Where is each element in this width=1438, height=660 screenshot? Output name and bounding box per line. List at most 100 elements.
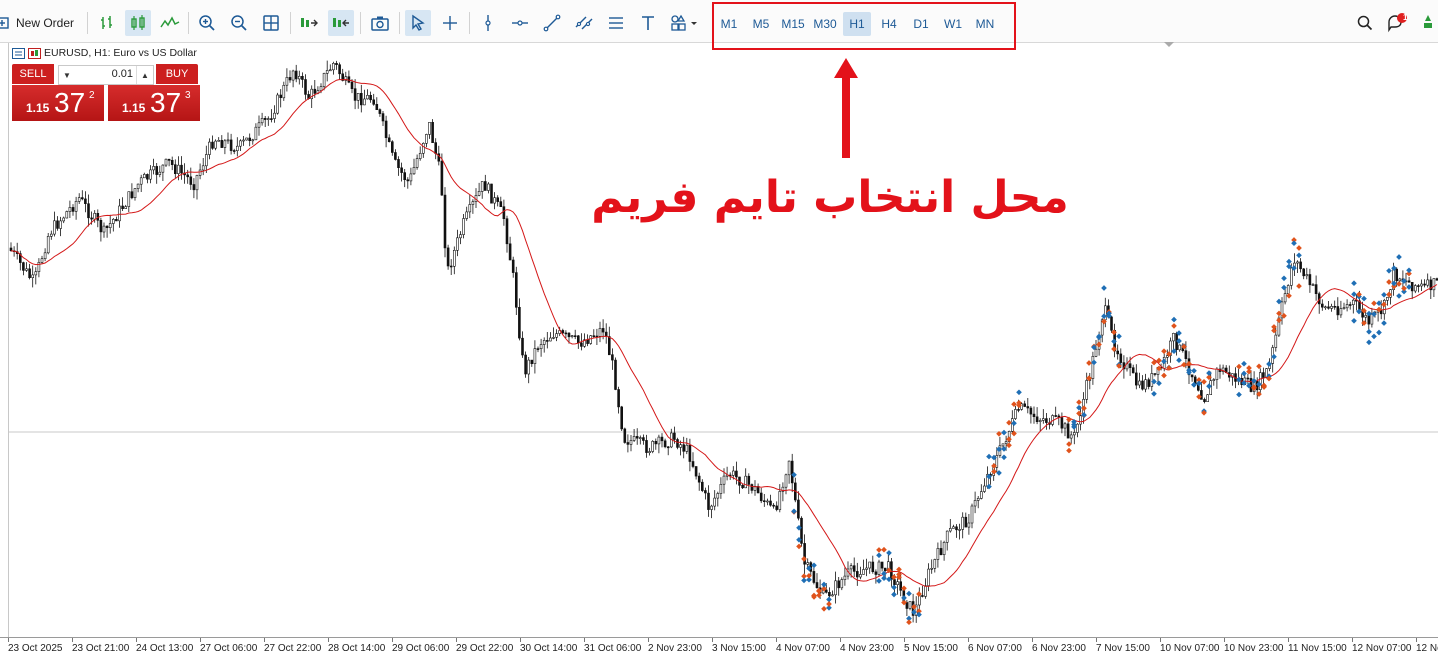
candle-body (285, 77, 289, 86)
notification-count: 1 (1403, 13, 1408, 22)
candle-body (381, 113, 385, 122)
x-axis-tick (392, 638, 393, 642)
signal-marker (821, 605, 827, 612)
line-chart-icon[interactable] (157, 10, 183, 36)
toolbar-separator (399, 12, 400, 34)
candle-body (56, 220, 59, 229)
candle-body (1110, 316, 1113, 331)
candle-body (105, 225, 109, 229)
x-axis-label: 23 Oct 2025 (8, 643, 63, 654)
candle-body (201, 165, 205, 171)
signal-marker (1011, 401, 1017, 408)
candle-body (1066, 423, 1070, 439)
candle-body (421, 143, 425, 154)
candle-body (347, 76, 351, 83)
chart-shift-marker[interactable] (1164, 42, 1174, 47)
candle-body (71, 207, 75, 212)
channel-icon[interactable] (571, 10, 597, 36)
candle-body (1398, 278, 1402, 282)
tile-windows-icon[interactable] (258, 10, 284, 36)
candle-body (840, 579, 844, 589)
candle-body (158, 171, 162, 175)
candle-body (276, 94, 279, 114)
x-axis-label: 6 Nov 07:00 (968, 643, 1022, 654)
candle-body (359, 92, 363, 106)
autoscroll-icon[interactable] (328, 10, 354, 36)
candle-body (1206, 394, 1209, 403)
search-icon[interactable] (1352, 10, 1378, 36)
lot-increase-icon[interactable]: ▲ (136, 66, 153, 84)
candle-body (1147, 379, 1150, 387)
signal-marker (1351, 280, 1357, 287)
candle-body (784, 474, 788, 488)
candle-body (859, 574, 862, 578)
candle-body (127, 191, 131, 207)
candlestick-chart-icon[interactable] (125, 10, 151, 36)
toolbar-separator (469, 12, 470, 34)
candle-body (99, 220, 103, 233)
x-axis-tick (8, 638, 9, 642)
signal-marker (791, 508, 797, 515)
chart-shift-icon[interactable] (296, 10, 322, 36)
crosshair-icon[interactable] (437, 10, 463, 36)
lot-dropdown-icon[interactable]: ▼ (59, 66, 75, 84)
signal-marker (1236, 391, 1242, 398)
candle-body (1348, 304, 1352, 306)
price-chart[interactable] (9, 43, 1438, 637)
candle-body (338, 64, 341, 75)
candle-body (964, 516, 968, 528)
candle-body (1042, 418, 1045, 421)
horizontal-line-icon[interactable] (507, 10, 533, 36)
fibonacci-icon[interactable] (603, 10, 629, 36)
signal-marker (1016, 389, 1022, 396)
x-axis-tick (712, 638, 713, 642)
cursor-icon[interactable] (405, 10, 431, 36)
candle-body (707, 492, 710, 510)
candle-body (59, 220, 62, 229)
chart-menu-icon[interactable] (12, 47, 25, 59)
candle-body (948, 528, 952, 532)
candle-body (812, 571, 816, 583)
chart-area[interactable] (8, 43, 1438, 637)
zoom-in-icon[interactable] (194, 10, 220, 36)
candle-body (251, 139, 255, 142)
candle-body (124, 206, 127, 209)
chart-window-icon[interactable] (28, 47, 41, 59)
candle-body (297, 75, 301, 80)
screenshot-icon[interactable] (367, 10, 393, 36)
notifications-icon[interactable]: 1 (1384, 10, 1410, 36)
candle-body (1410, 282, 1414, 292)
candle-body (49, 233, 53, 237)
vertical-line-icon[interactable] (475, 10, 501, 36)
buy-button[interactable]: BUY (156, 64, 198, 84)
signal-marker (1351, 291, 1357, 298)
candle-body (490, 183, 493, 204)
candle-body (967, 522, 971, 528)
text-tool-icon[interactable] (635, 10, 661, 36)
shapes-dropdown-icon[interactable] (667, 10, 703, 36)
signal-marker (1201, 378, 1207, 385)
candle-body (759, 492, 763, 502)
sell-price-display[interactable]: 1.15 37 2 (12, 85, 104, 121)
candle-body (248, 137, 251, 142)
level-indicator-icon[interactable] (1418, 10, 1438, 36)
candle-body (710, 505, 713, 510)
sell-button[interactable]: SELL (12, 64, 54, 84)
trendline-icon[interactable] (539, 10, 565, 36)
buy-price-prefix: 1.15 (122, 101, 146, 115)
lot-size-input[interactable]: ▼ 0.01 ▲ (58, 65, 154, 85)
signal-marker (991, 468, 997, 475)
new-order-button[interactable]: New Order (0, 10, 74, 36)
candle-body (831, 594, 834, 597)
zoom-out-icon[interactable] (226, 10, 252, 36)
candle-body (539, 344, 543, 349)
buy-price-display[interactable]: 1.15 37 3 (108, 85, 200, 121)
candle-body (81, 197, 84, 200)
candle-body (208, 141, 211, 155)
x-axis-label: 31 Oct 06:00 (584, 643, 642, 654)
candle-body (1274, 334, 1278, 348)
signal-marker (1001, 454, 1007, 461)
candle-body (266, 118, 270, 120)
bar-chart-icon[interactable] (94, 10, 120, 36)
signal-marker (1156, 380, 1162, 387)
